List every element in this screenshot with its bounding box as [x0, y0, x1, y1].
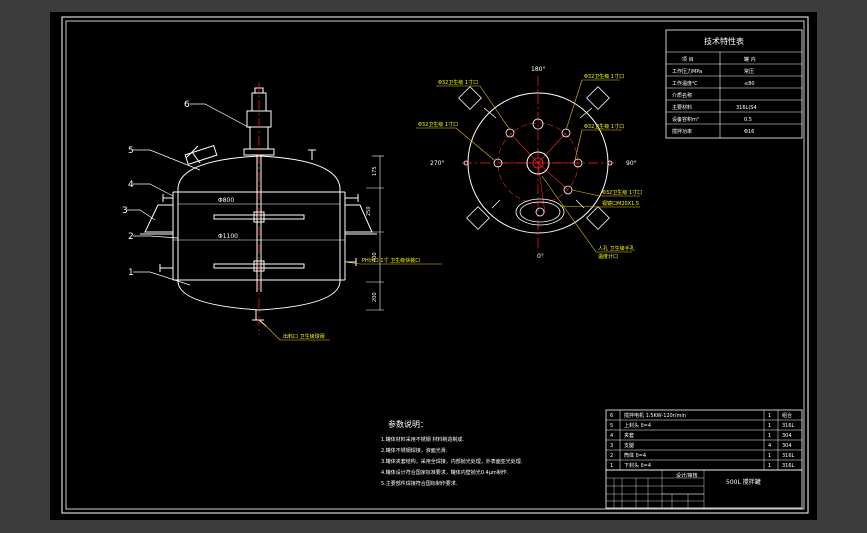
dim-d800: Φ800 — [218, 197, 234, 204]
pl-r1-mat: 316L — [782, 423, 795, 429]
pl-r0-qty: 1 — [768, 413, 771, 419]
plan-label-5: Φ32卫生级 1寸口 — [602, 189, 642, 196]
angle-0: 0° — [537, 253, 544, 260]
pl-r2-mat: 304 — [782, 433, 792, 439]
pl-r1-no: 5 — [610, 423, 613, 429]
pl-r3-no: 3 — [610, 443, 613, 449]
spec-r1-c1: 常压 — [744, 68, 754, 75]
spec-r5-c1: 0.5 — [744, 117, 752, 123]
pl-r5-no: 1 — [610, 463, 613, 469]
part-label-1: 1 — [128, 268, 134, 278]
dim-v4: 200 — [372, 292, 378, 302]
pl-r2-no: 4 — [610, 433, 613, 439]
note-1: 1.罐体材料采用不锈钢 材料制造制成. — [381, 436, 464, 443]
label-outlet: 出料口 卫生级球阀 — [283, 333, 325, 340]
pl-r5-qty: 1 — [768, 463, 771, 469]
label-ph: PH计口 1寸 卫生级快装口 — [362, 257, 420, 264]
plan-label-4: Φ32卫生级 1寸口 — [584, 123, 624, 130]
spec-r0-c0: 项 目 — [682, 57, 694, 63]
part-label-3: 3 — [122, 206, 128, 216]
title-block-label: 设计/审核 — [676, 472, 698, 479]
note-5: 5.主要部件焊接符合国标制作要求. — [381, 480, 458, 487]
pl-r1-name: 上封头 δ=4 — [624, 422, 651, 429]
plan-label-6: 视镜口M20X1.5 — [602, 200, 639, 207]
pl-r4-name: 筒体 δ=4 — [624, 452, 646, 459]
spec-r5-c0: 设备容积m³ — [672, 116, 699, 123]
pl-r4-no: 2 — [610, 453, 613, 459]
spec-title: 技术特性表 — [704, 36, 744, 46]
spec-r4-c1: 316L(S4 — [736, 105, 757, 111]
pl-r2-qty: 1 — [768, 433, 771, 439]
dim-d1100: Φ1100 — [218, 233, 238, 240]
pl-r0-name: 搅拌电机 1.5KW-120r/min — [624, 412, 686, 419]
angle-270: 270° — [430, 160, 444, 167]
notes-title: 参数说明： — [388, 419, 428, 429]
dim-v2: 250 — [366, 206, 372, 216]
note-4: 4.罐体设计符合国家标准要求，罐体内壁抛光0.4μm制作. — [381, 469, 509, 476]
plan-label-1: Φ32卫生级 1寸口 — [438, 79, 478, 86]
pl-r5-name: 下封头 δ=4 — [624, 462, 651, 469]
spec-r0-c1: 罐 内 — [744, 56, 756, 63]
spec-r2-c1: ≤80 — [744, 81, 755, 87]
dim-v1: 175 — [372, 166, 378, 176]
plan-label-7: 人孔 卫生级手孔 — [598, 245, 635, 252]
spec-r4-c0: 主要材料 — [672, 104, 692, 111]
note-3: 3.罐体夹套结构，采用全焊接，内部抛光处理，外表面亚光处理. — [381, 458, 523, 465]
pl-r3-mat: 304 — [782, 443, 792, 449]
plan-temp-label: 温度计口 — [598, 253, 618, 260]
drawing-title: 500L 搅拌罐 — [726, 478, 761, 486]
pl-r3-name: 支腿 — [624, 442, 634, 449]
spec-r3-c0: 介质名称 — [672, 92, 692, 99]
spec-r6-c0: 搅拌功率 — [672, 128, 692, 135]
part-label-6: 6 — [184, 100, 190, 110]
pl-r3-qty: 4 — [768, 443, 771, 449]
pl-r4-mat: 316L — [782, 453, 795, 459]
pl-r1-qty: 1 — [768, 423, 771, 429]
pl-r0-no: 6 — [610, 413, 613, 419]
part-label-2: 2 — [128, 232, 134, 242]
part-label-5: 5 — [128, 146, 134, 156]
plan-label-2: Φ32卫生级 1寸口 — [418, 121, 458, 128]
spec-r1-c0: 工作压力MPa — [672, 68, 702, 75]
angle-90: 90° — [626, 160, 637, 167]
pl-r2-name: 夹套 — [624, 432, 634, 439]
part-label-4: 4 — [128, 180, 134, 190]
pl-r0-mat: 组合 — [782, 412, 792, 419]
angle-180: 180° — [531, 66, 545, 73]
pl-r5-mat: 316L — [782, 463, 795, 469]
spec-r2-c0: 工作温度℃ — [672, 80, 698, 87]
pl-r4-qty: 1 — [768, 453, 771, 459]
spec-r6-c1: Φ16 — [744, 129, 754, 135]
cad-viewport[interactable]: 1 2 3 4 5 6 Φ800 Φ1100 175 250 400 200 P… — [0, 0, 867, 533]
plan-label-3: Φ32卫生级 1寸口 — [584, 73, 624, 80]
note-2: 2.罐体不锈钢焊接，液面光滑. — [381, 447, 448, 454]
